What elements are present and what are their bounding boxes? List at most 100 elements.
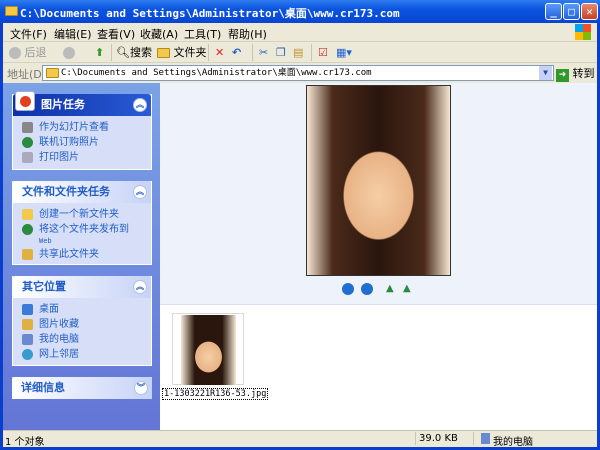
views-button[interactable]: ▦▾ bbox=[336, 45, 352, 60]
chevron-up-icon[interactable]: ︽ bbox=[133, 185, 147, 199]
folders-button[interactable]: 文件夹 bbox=[157, 45, 207, 60]
picture-tasks-panel: 图片任务 ︽ 作为幻灯片查看 联机订购照片 打印图片 bbox=[12, 91, 152, 170]
publish-web-link[interactable]: 将这个文件夹发布到 bbox=[13, 222, 151, 237]
next-image-button[interactable] bbox=[361, 283, 373, 295]
back-button[interactable]: 后退 bbox=[9, 45, 47, 60]
delete-button[interactable]: ✕ bbox=[215, 45, 224, 60]
link-label: 联机订购照片 bbox=[39, 137, 99, 148]
link-label: 桌面 bbox=[39, 304, 59, 315]
link-label: 创建一个新文件夹 bbox=[39, 209, 119, 220]
separator bbox=[111, 44, 112, 61]
my-computer-link[interactable]: 我的电脑 bbox=[13, 332, 151, 347]
windows-logo-icon bbox=[575, 24, 591, 40]
toolbar: 后退 ⬆ 🔍︎搜索 文件夹 ✕ ↶ ✂ ❐ ▤ ☑ ▦▾ bbox=[3, 42, 597, 63]
other-places-panel: 其它位置 ︽ 桌面 图片收藏 我的电脑 网上邻居 bbox=[12, 276, 152, 366]
thumbnail-image bbox=[181, 315, 236, 385]
shared-folder-icon bbox=[22, 249, 33, 260]
go-button[interactable]: ➜ 转到 bbox=[556, 65, 595, 82]
properties-button[interactable]: ☑ bbox=[318, 45, 328, 60]
panel-title: 图片任务 bbox=[41, 98, 85, 111]
go-arrow-icon: ➜ bbox=[556, 69, 569, 82]
cut-button[interactable]: ✂ bbox=[259, 45, 268, 60]
chevron-down-icon[interactable]: ▼ bbox=[539, 66, 552, 80]
new-folder-link[interactable]: 创建一个新文件夹 bbox=[13, 207, 151, 222]
panel-title: 详细信息 bbox=[21, 381, 65, 394]
my-pictures-link[interactable]: 图片收藏 bbox=[13, 317, 151, 332]
link-label: 作为幻灯片查看 bbox=[39, 122, 109, 133]
search-label: 搜索 bbox=[129, 46, 152, 59]
file-tasks-header[interactable]: 文件和文件夹任务 ︽ bbox=[13, 181, 151, 203]
panel-title: 其它位置 bbox=[22, 280, 66, 293]
publish-web-sub[interactable]: Web bbox=[13, 237, 151, 247]
rotate-counterclockwise-button[interactable]: ▲ bbox=[403, 283, 411, 294]
picture-icon bbox=[15, 91, 35, 111]
desktop-icon bbox=[22, 304, 33, 315]
menu-view[interactable]: 查看(V) bbox=[97, 26, 135, 42]
search-button[interactable]: 🔍︎搜索 bbox=[116, 45, 152, 60]
chevron-down-icon[interactable]: ︾ bbox=[134, 381, 148, 395]
go-label: 转到 bbox=[572, 67, 595, 80]
details-header[interactable]: 详细信息 ︾ bbox=[12, 377, 152, 399]
window-title: C:\Documents and Settings\Administrator\… bbox=[20, 7, 400, 20]
network-places-link[interactable]: 网上邻居 bbox=[13, 347, 151, 362]
folder-icon bbox=[46, 68, 59, 78]
menu-help[interactable]: 帮助(H) bbox=[228, 26, 267, 42]
globe-icon bbox=[22, 224, 33, 235]
address-input[interactable]: C:\Documents and Settings\Administrator\… bbox=[42, 65, 554, 81]
link-label: 我的电脑 bbox=[39, 334, 79, 345]
folder-icon bbox=[5, 6, 18, 16]
address-bar: 地址(D) C:\Documents and Settings\Administ… bbox=[3, 63, 597, 83]
paste-button[interactable]: ▤ bbox=[293, 45, 303, 60]
computer-icon bbox=[22, 334, 33, 345]
link-label: 打印图片 bbox=[39, 152, 79, 163]
computer-icon bbox=[481, 433, 490, 444]
preview-image bbox=[306, 85, 451, 276]
my-pictures-icon bbox=[22, 319, 33, 330]
desktop-link[interactable]: 桌面 bbox=[13, 302, 151, 317]
order-prints-link[interactable]: 联机订购照片 bbox=[13, 135, 151, 150]
menu-file[interactable]: 文件(F) bbox=[10, 26, 47, 42]
undo-button[interactable]: ↶ bbox=[232, 45, 241, 60]
title-bar: C:\Documents and Settings\Administrator\… bbox=[0, 0, 600, 23]
picture-tasks-header[interactable]: 图片任务 ︽ bbox=[13, 91, 151, 116]
file-tasks-panel: 文件和文件夹任务 ︽ 创建一个新文件夹 将这个文件夹发布到 Web 共享此文件夹 bbox=[12, 181, 152, 265]
menu-tools[interactable]: 工具(T) bbox=[184, 26, 221, 42]
details-panel: 详细信息 ︾ bbox=[12, 377, 152, 399]
file-name-label[interactable]: 1-1303221R136-53.jpg bbox=[162, 388, 269, 400]
menu-bar: 文件(F) 编辑(E) 查看(V) 收藏(A) 工具(T) 帮助(H) bbox=[3, 23, 597, 42]
link-label: 网上邻居 bbox=[39, 349, 79, 360]
globe-icon bbox=[22, 137, 33, 148]
chevron-up-icon[interactable]: ︽ bbox=[133, 98, 147, 112]
menu-edit[interactable]: 编辑(E) bbox=[54, 26, 92, 42]
other-places-header[interactable]: 其它位置 ︽ bbox=[13, 276, 151, 298]
address-label: 地址(D) bbox=[7, 68, 47, 81]
chevron-up-icon[interactable]: ︽ bbox=[133, 280, 147, 294]
separator bbox=[252, 44, 253, 61]
print-pictures-link[interactable]: 打印图片 bbox=[13, 150, 151, 165]
rotate-clockwise-button[interactable]: ▲ bbox=[386, 283, 394, 294]
slideshow-link[interactable]: 作为幻灯片查看 bbox=[13, 120, 151, 135]
divider bbox=[473, 432, 474, 445]
link-label: 将这个文件夹发布到 bbox=[39, 224, 129, 235]
menu-favorites[interactable]: 收藏(A) bbox=[140, 26, 178, 42]
copy-button[interactable]: ❐ bbox=[276, 45, 286, 60]
back-label: 后退 bbox=[24, 46, 47, 59]
minimize-button[interactable]: _ bbox=[545, 3, 562, 20]
separator bbox=[311, 44, 312, 61]
maximize-button[interactable]: □ bbox=[563, 3, 580, 20]
network-icon bbox=[22, 349, 33, 360]
filmstrip-preview: ▲ ▲ bbox=[160, 83, 597, 305]
task-pane: 图片任务 ︽ 作为幻灯片查看 联机订购照片 打印图片 文件和文件夹任务 ︽ 创建一… bbox=[3, 83, 160, 430]
folder-icon bbox=[157, 48, 170, 58]
file-view: ▲ ▲ 1-1303221R136-53.jpg bbox=[160, 83, 597, 430]
up-folder-button[interactable]: ⬆ bbox=[95, 45, 104, 60]
panel-title: 文件和文件夹任务 bbox=[22, 185, 110, 198]
share-folder-link[interactable]: 共享此文件夹 bbox=[13, 247, 151, 262]
folders-label: 文件夹 bbox=[173, 46, 207, 59]
file-thumbnail[interactable] bbox=[172, 313, 244, 385]
close-button[interactable]: ✕ bbox=[581, 3, 598, 20]
zone-label: 我的电脑 bbox=[493, 437, 533, 448]
forward-button[interactable] bbox=[63, 45, 75, 60]
previous-image-button[interactable] bbox=[342, 283, 354, 295]
printer-icon bbox=[22, 152, 33, 163]
